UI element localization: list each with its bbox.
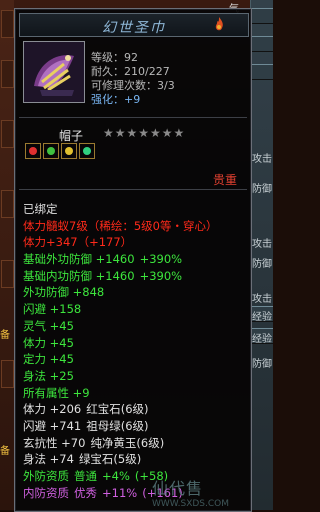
attribute-line: 体力 +45 <box>23 335 247 352</box>
equip-slot[interactable] <box>1 260 14 288</box>
item-repairs: 可修理次数：3/3 <box>91 79 175 92</box>
attribute-line: 闪避 +158 <box>23 301 247 318</box>
helmet-icon <box>24 42 84 102</box>
attribute-text: +390% <box>139 268 183 283</box>
equip-slot[interactable] <box>1 10 14 38</box>
attribute-text: 闪避 +158 <box>23 302 82 317</box>
attribute-text: 体力+347（+177） <box>23 235 133 250</box>
rarity-flame-icon <box>215 17 223 31</box>
attribute-line: 体力+347（+177） <box>23 234 247 251</box>
item-icon <box>23 41 85 103</box>
attribute-text: 身法 +25 <box>23 368 74 383</box>
attribute-line: 身法 +74 绿宝石(5级) <box>23 451 247 468</box>
tooltip-title-bar: 幻世圣巾 <box>19 13 249 37</box>
attribute-line: 体力 +206 红宝石(6级) <box>23 401 247 418</box>
left-equipment-strip: 备 备 <box>0 0 14 510</box>
attribute-line: 闪避 +741 祖母绿(6级) <box>23 418 247 435</box>
emerald-gem-icon <box>79 143 95 159</box>
red-gem-icon <box>25 143 41 159</box>
enhance-label: 强化： <box>91 93 124 106</box>
attribute-text: +11% <box>102 485 138 500</box>
attribute-text: +390% <box>139 252 183 267</box>
attribute-line: 所有属性 +9 <box>23 385 247 402</box>
enhance-value: +9 <box>124 93 141 106</box>
panel-tab[interactable] <box>251 64 273 80</box>
attribute-text: 灵气 +45 <box>23 318 74 333</box>
right-panel-strip: 攻击 防御 攻击 防御 攻击 经验 经验 防御 <box>250 0 273 510</box>
value-note: 贵重 <box>212 173 237 187</box>
attribute-list: 已绑定 体力髓蚁7级（稀绘：5级0等・穿心） 体力+347（+177） 基础外功防御 … <box>23 201 247 501</box>
stat-label: 防御 <box>252 184 272 195</box>
attribute-text: 体力 +206 <box>23 402 82 417</box>
watermark-text: 仙代售 <box>151 479 203 498</box>
attribute-line: 已绑定 <box>23 201 247 218</box>
item-level: 等级：92 <box>91 51 138 64</box>
star-rating: ★★★★★★★ <box>103 126 186 140</box>
item-enhance: 强化：+9 <box>91 93 140 107</box>
equip-slot[interactable] <box>1 190 14 218</box>
attribute-text: 已绑定 <box>23 202 58 216</box>
exp-label: 经验 <box>252 312 272 323</box>
attribute-line: 体力髓蚁7级（稀绘：5级0等・穿心） <box>23 218 247 235</box>
attribute-text: 纯净黄玉(6级) <box>90 435 165 450</box>
stat-label: 攻击 <box>252 294 272 305</box>
attribute-text: 闪避 +741 <box>23 418 82 433</box>
attribute-text: +4% <box>102 469 130 483</box>
attribute-text: 绿宝石(5级) <box>78 452 142 467</box>
stat-label: 防御 <box>252 259 272 270</box>
attribute-text: 优秀 <box>74 485 97 500</box>
attribute-line: 基础内功防御 +1460 +390% <box>23 268 247 285</box>
attribute-text: 身法 +74 <box>23 452 74 467</box>
equip-slot[interactable] <box>1 60 14 88</box>
attribute-line: 定力 +45 <box>23 351 247 368</box>
attribute-text: 外防资质 <box>23 469 69 483</box>
attribute-line: 基础外功防御 +1460 +390% <box>23 251 247 268</box>
attribute-line: 灵气 +45 <box>23 318 247 335</box>
attribute-text: 基础外功防御 +1460 <box>23 252 135 267</box>
attribute-text: 定力 +45 <box>23 352 74 367</box>
item-type: 帽子 <box>59 129 84 143</box>
attribute-text: 体力髓蚁7级（稀绘：5级0等・穿心） <box>23 218 218 233</box>
green-gem-icon <box>43 143 59 159</box>
stat-label: 防御 <box>252 359 272 370</box>
attribute-text: 体力 +45 <box>23 335 74 350</box>
attribute-text: 外功防御 +848 <box>23 285 105 300</box>
exp-label: 经验 <box>252 334 272 345</box>
watermark-url: WWW.SXDS.COM <box>151 499 229 509</box>
attribute-line: 玄抗性 +70 纯净黄玉(6级) <box>23 435 247 452</box>
yellow-gem-icon <box>61 143 77 159</box>
attribute-text: 祖母绿(6级) <box>86 418 149 433</box>
attribute-text: 基础内功防御 +1460 <box>23 268 135 283</box>
attribute-text: 内防资质 <box>23 485 69 500</box>
stat-label: 攻击 <box>252 239 272 250</box>
divider <box>19 117 247 118</box>
attribute-line: 外功防御 +848 <box>23 284 247 301</box>
side-label: 备 <box>0 330 10 341</box>
attribute-text: 所有属性 +9 <box>23 385 90 400</box>
divider <box>19 189 247 190</box>
watermark: 仙代售 WWW.SXDS.COM <box>152 475 229 509</box>
side-label: 备 <box>0 446 10 457</box>
attribute-text: 普通 <box>74 469 97 483</box>
panel-tab[interactable] <box>251 36 273 52</box>
attribute-line: 身法 +25 <box>23 368 247 385</box>
attribute-text: 红宝石(6级) <box>86 402 149 417</box>
stat-label: 攻击 <box>252 154 272 165</box>
equip-slot[interactable] <box>1 360 14 388</box>
item-tooltip: 幻世圣巾 等级：92 耐久：210/227 可修理次数：3/3 强化：+9 帽子… <box>14 8 252 512</box>
attribute-text: 玄抗性 +70 <box>23 435 86 450</box>
item-durability: 耐久：210/227 <box>91 65 170 78</box>
panel-tab[interactable] <box>251 8 273 24</box>
equip-slot[interactable] <box>1 120 14 148</box>
